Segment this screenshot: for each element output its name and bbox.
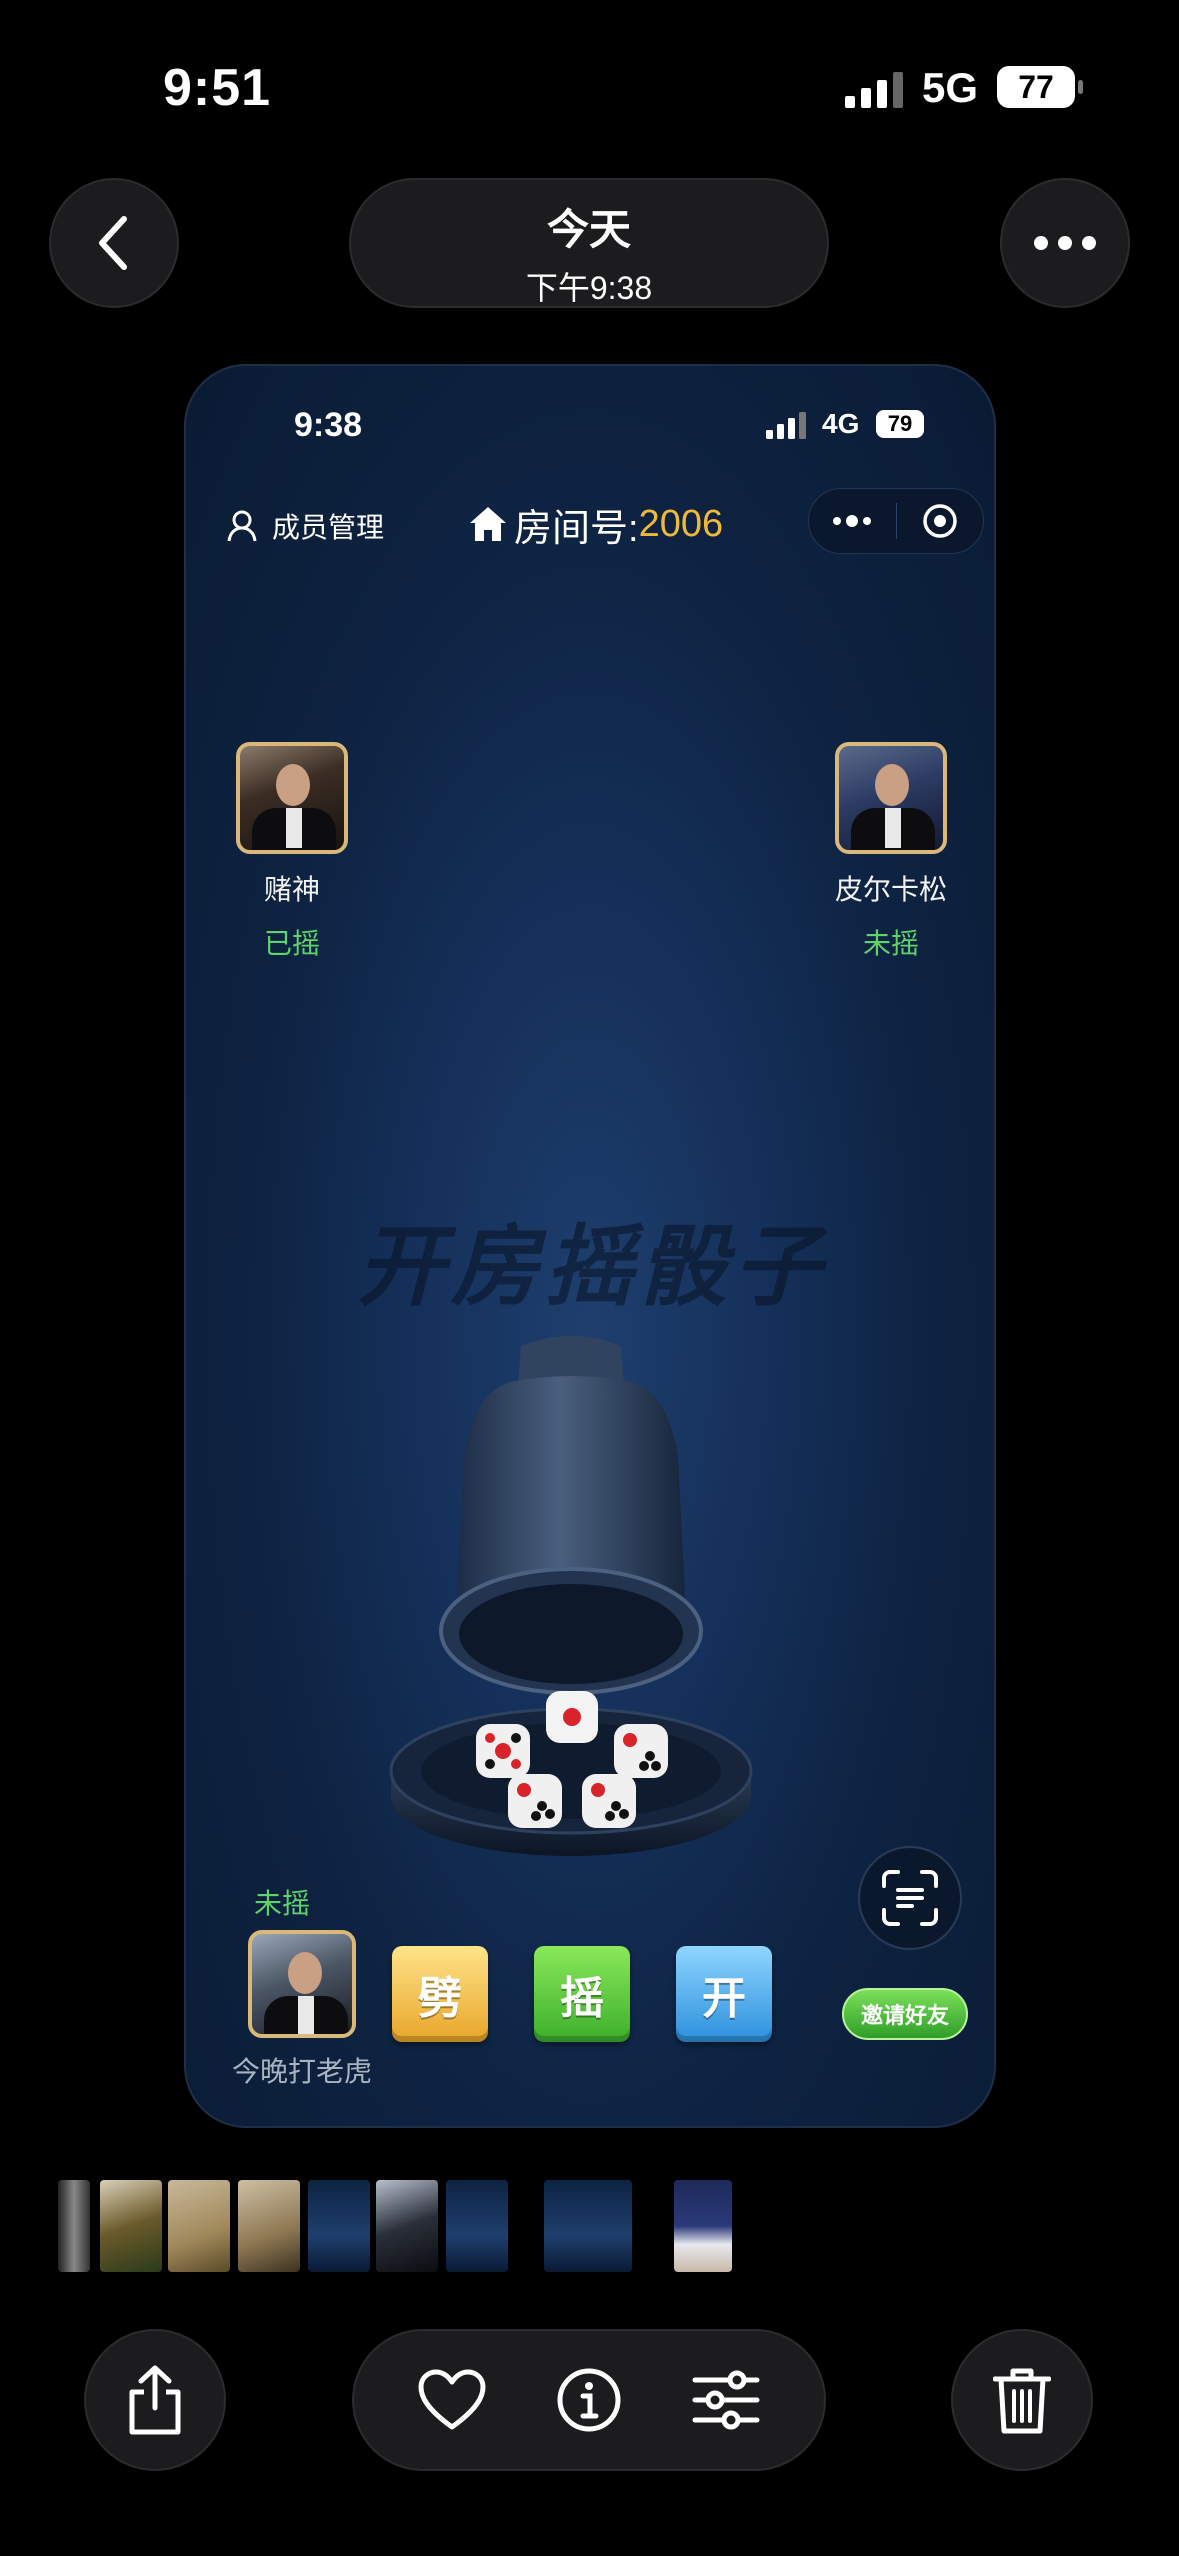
avatar-shirt	[885, 808, 901, 848]
player-card[interactable]: 皮尔卡松 未摇	[811, 742, 971, 962]
delete-button[interactable]	[951, 2329, 1093, 2471]
dice-cup-icon	[389, 1336, 753, 1856]
thumbnail[interactable]	[308, 2180, 370, 2272]
info-icon	[557, 2368, 621, 2432]
member-management-label: 成员管理	[272, 512, 385, 543]
thumbnail[interactable]	[238, 2180, 300, 2272]
sliders-icon	[692, 2370, 760, 2430]
avatar	[236, 742, 348, 854]
room-number: 2006	[638, 502, 724, 545]
room-label: 房间号:	[514, 507, 639, 550]
inner-signal-icon	[766, 412, 806, 439]
network-type: 5G	[922, 64, 979, 111]
player-card[interactable]: 赌神 已摇	[212, 742, 372, 962]
avatar-face	[276, 764, 310, 806]
more-options-button[interactable]	[1000, 178, 1130, 308]
player-name: 皮尔卡松	[834, 874, 947, 905]
member-management-button[interactable]: 成员管理	[226, 504, 384, 548]
thumbnail[interactable]	[100, 2180, 162, 2272]
user-icon	[227, 510, 257, 542]
date-title: 今天	[546, 206, 631, 253]
thumbnail[interactable]	[58, 2180, 90, 2272]
thumbnail[interactable]	[376, 2180, 438, 2272]
avatar	[835, 742, 947, 854]
player-status: 未摇	[862, 928, 919, 959]
inner-battery-icon: 79	[876, 410, 924, 438]
player-name: 赌神	[263, 874, 320, 905]
scan-text-icon	[882, 1870, 938, 1926]
dots-icon	[833, 515, 872, 527]
open-button[interactable]: 开	[676, 1946, 772, 2042]
trash-icon	[993, 2368, 1051, 2434]
back-button[interactable]	[49, 178, 179, 308]
heart-icon	[418, 2369, 486, 2430]
scan-text-button[interactable]	[858, 1846, 962, 1950]
date-title-pill: 今天 下午9:38	[349, 178, 829, 308]
share-icon	[129, 2365, 181, 2435]
avatar-face	[288, 1952, 322, 1994]
ellipsis-icon	[1034, 236, 1096, 250]
avatar-face	[875, 764, 909, 806]
split-button[interactable]: 劈	[392, 1946, 488, 2042]
room-number-title: 房间号: 2006	[468, 496, 723, 552]
target-icon	[923, 504, 957, 538]
self-player-card[interactable]: 今晚打老虎	[222, 1930, 382, 2090]
battery-icon: 77	[997, 66, 1083, 108]
adjust-button[interactable]	[676, 2350, 776, 2450]
player-status: 已摇	[263, 928, 320, 959]
cellular-signal-icon	[845, 72, 903, 108]
thumbnail[interactable]	[674, 2180, 732, 2272]
avatar	[248, 1930, 356, 2038]
game-watermark: 开房摇骰子	[356, 1214, 827, 1318]
avatar-shirt	[286, 808, 302, 848]
self-status: 未摇	[254, 1888, 311, 1919]
photo-screenshot[interactable]: 9:38 4G 79 成员管理 房间号: 2006 赌神 已摇 皮尔卡松 未摇 …	[184, 364, 996, 2128]
avatar-shirt	[298, 1996, 314, 2034]
capsule-menu-button[interactable]	[809, 489, 896, 553]
date-subtitle: 下午9:38	[525, 270, 653, 306]
thumbnail[interactable]	[446, 2180, 508, 2272]
thumbnail[interactable]	[544, 2180, 632, 2272]
status-time: 9:51	[163, 59, 272, 117]
inner-network-type: 4G	[822, 408, 860, 439]
home-icon	[470, 507, 506, 541]
self-name: 今晚打老虎	[231, 2056, 372, 2087]
chevron-left-icon	[99, 216, 127, 270]
photo-actions-toolbar	[352, 2329, 826, 2471]
capsule-close-button[interactable]	[897, 489, 984, 553]
inner-status-time: 9:38	[294, 406, 363, 444]
thumbnail[interactable]	[168, 2180, 230, 2272]
share-button[interactable]	[84, 2329, 226, 2471]
invite-friends-button[interactable]: 邀请好友	[842, 1988, 968, 2040]
status-bar: 9:51 5G 77	[0, 0, 1179, 170]
shake-button[interactable]: 摇	[534, 1946, 630, 2042]
miniprogram-capsule	[808, 488, 984, 554]
info-button[interactable]	[539, 2350, 639, 2450]
favorite-button[interactable]	[402, 2350, 502, 2450]
thumbnail-strip	[0, 2180, 1179, 2272]
